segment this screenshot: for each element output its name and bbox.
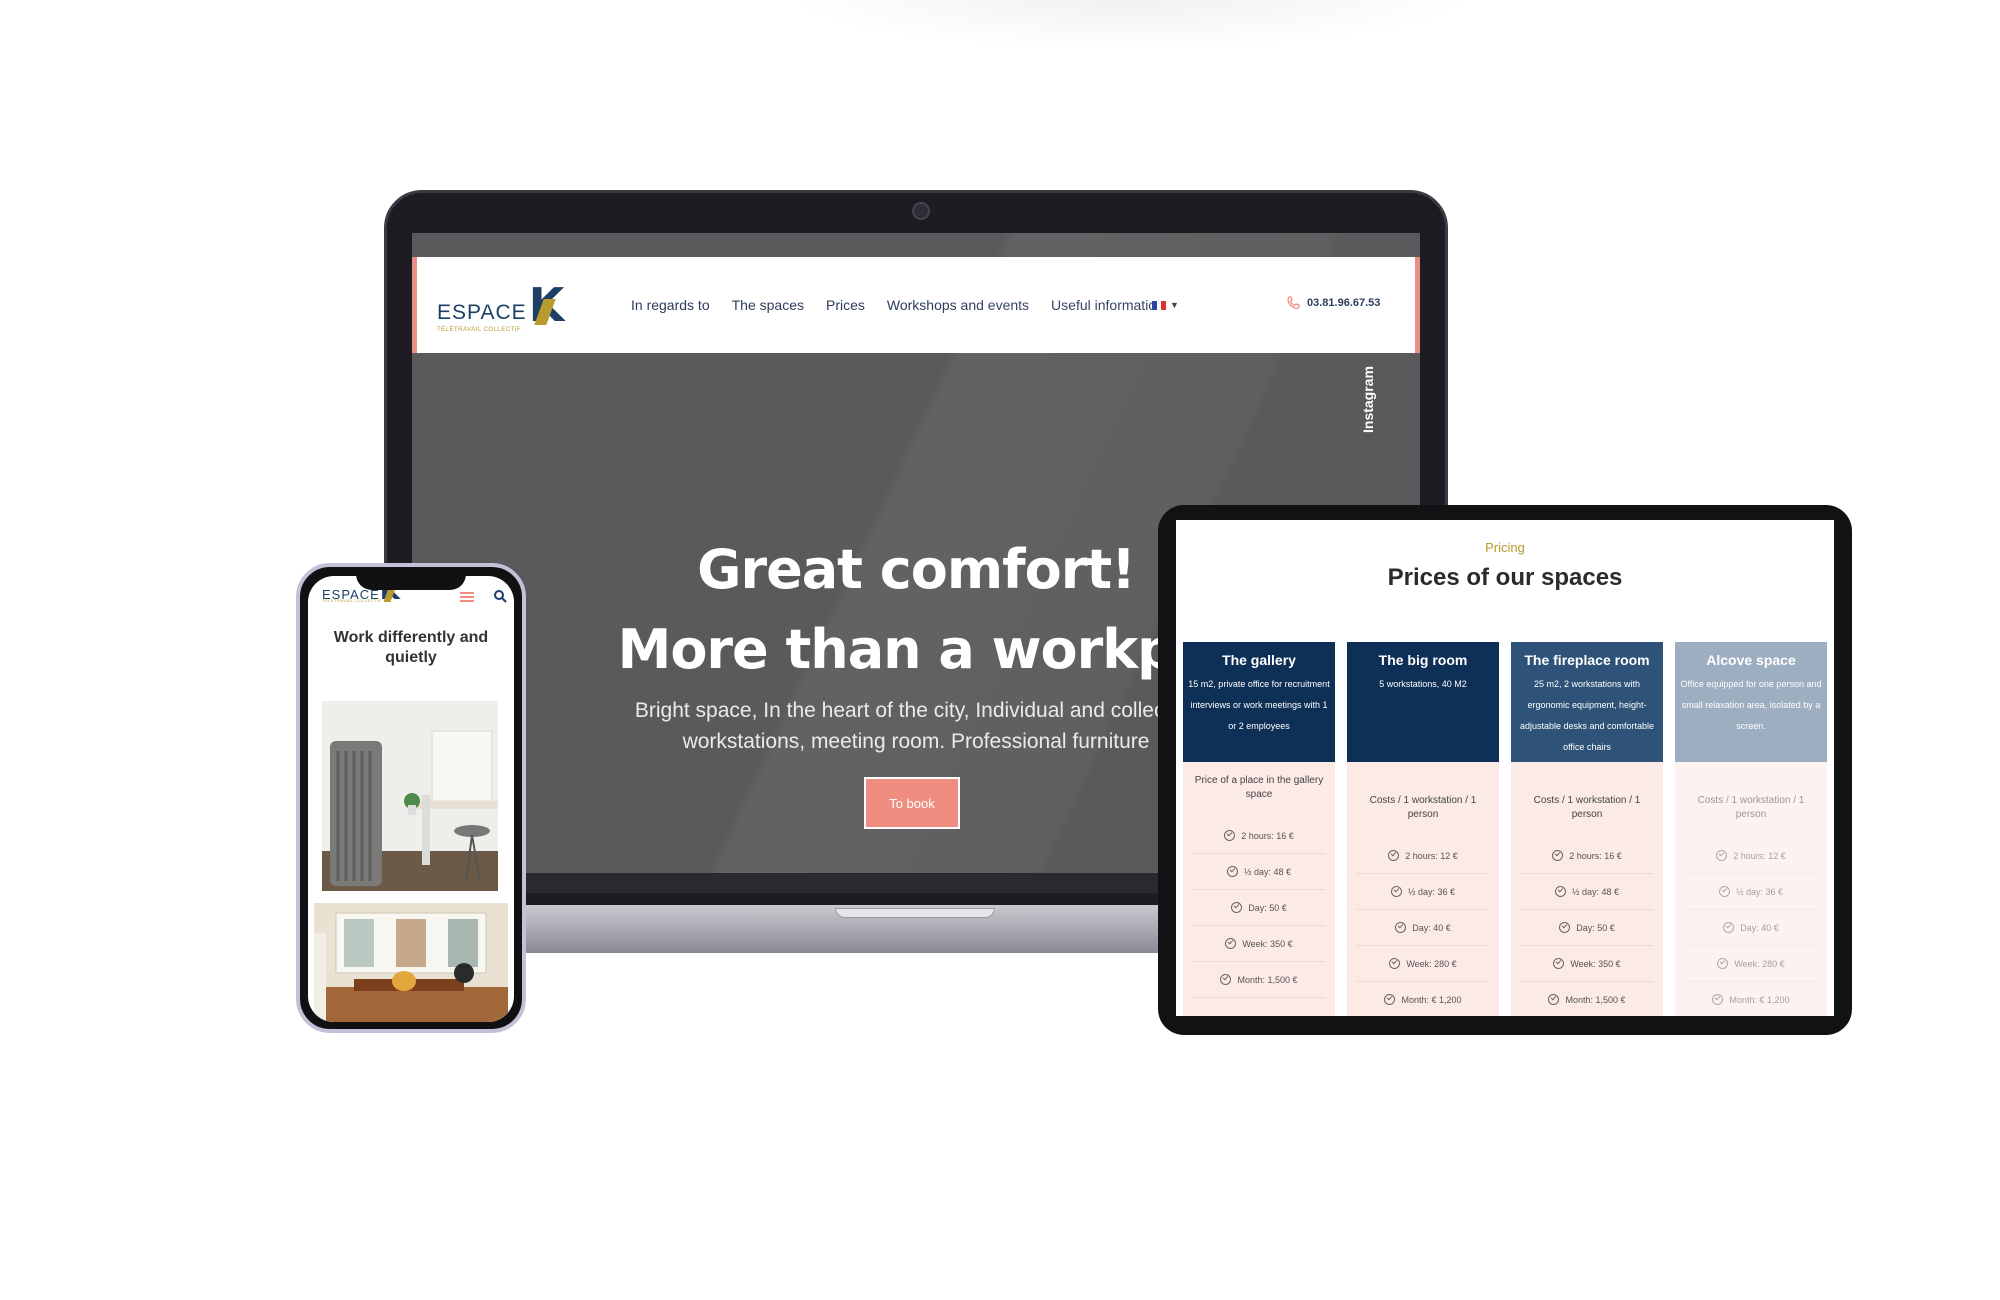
price-list: 2 hours: 16 € ½ day: 48 € Day: 50 € Week… bbox=[1511, 838, 1663, 1016]
price-item: Week: 350 € bbox=[1521, 946, 1653, 982]
check-circle-icon bbox=[1224, 830, 1236, 841]
check-circle-icon bbox=[1716, 850, 1728, 861]
pricing-kicker: Pricing bbox=[1485, 540, 1525, 555]
price-item: Month: 1,500 € bbox=[1521, 982, 1653, 1016]
logo-word: ESPACE bbox=[437, 301, 527, 324]
check-circle-icon bbox=[1554, 886, 1566, 897]
card-title: The fireplace room bbox=[1524, 652, 1650, 668]
fr-flag-icon bbox=[1152, 300, 1167, 310]
office-photo-radiator bbox=[322, 701, 498, 891]
logo-tagline: TÉLÉTRAVAIL COLLECTIF bbox=[322, 598, 382, 603]
card-description: Office equipped for one person and small… bbox=[1680, 679, 1822, 731]
menu-icon[interactable] bbox=[460, 592, 474, 602]
check-circle-icon bbox=[1717, 958, 1729, 969]
check-circle-icon bbox=[1723, 922, 1735, 933]
check-circle-icon bbox=[1712, 994, 1724, 1005]
card-header: The big room 5 workstations, 40 M2 bbox=[1347, 642, 1499, 762]
pricing-card-big-room[interactable]: The big room 5 workstations, 40 M2 Costs… bbox=[1347, 642, 1499, 1016]
price-list: 2 hours: 16 € ½ day: 48 € Day: 50 € Week… bbox=[1183, 818, 1335, 998]
check-circle-icon bbox=[1220, 974, 1232, 985]
nav-item-useful-info[interactable]: Useful information bbox=[1051, 297, 1164, 313]
main-nav: In regards to The spaces Prices Workshop… bbox=[631, 297, 1164, 313]
card-header: The gallery 15 m2, private office for re… bbox=[1183, 642, 1335, 762]
laptop-opening-notch bbox=[835, 908, 995, 918]
price-item: Month: € 1,200 bbox=[1685, 982, 1817, 1016]
phone-notch bbox=[356, 568, 466, 590]
card-description: 15 m2, private office for recruitment in… bbox=[1188, 679, 1330, 731]
card-subtitle: Price of a place in the gallery space bbox=[1194, 775, 1324, 800]
price-item: ½ day: 36 € bbox=[1357, 874, 1489, 910]
check-circle-icon bbox=[1552, 850, 1564, 861]
check-circle-icon bbox=[1388, 850, 1400, 861]
phone-heading: Work differently and quietly bbox=[333, 629, 489, 666]
card-header: The fireplace room 25 m2, 2 workstations… bbox=[1511, 642, 1663, 762]
price-item: Day: 50 € bbox=[1521, 910, 1653, 946]
language-switcher[interactable]: ▼ bbox=[1152, 300, 1179, 310]
laptop-camera bbox=[912, 202, 930, 220]
book-button[interactable]: To book bbox=[864, 777, 960, 829]
phone-number: 03.81.96.67.53 bbox=[1307, 297, 1381, 309]
price-item: Month: 1,500 € bbox=[1193, 962, 1325, 998]
check-circle-icon bbox=[1384, 994, 1396, 1005]
price-item: 2 hours: 12 € bbox=[1685, 838, 1817, 874]
card-subtitle: Costs / 1 workstation / 1 person bbox=[1533, 795, 1641, 820]
check-circle-icon bbox=[1559, 922, 1571, 933]
price-item: Month: € 1,200 bbox=[1357, 982, 1489, 1016]
price-list: 2 hours: 12 € ½ day: 36 € Day: 40 € Week… bbox=[1347, 838, 1499, 1016]
card-title: Alcove space bbox=[1706, 652, 1796, 668]
logo-letter: K bbox=[529, 282, 565, 328]
nav-item-prices[interactable]: Prices bbox=[826, 297, 865, 313]
price-item: Day: 40 € bbox=[1357, 910, 1489, 946]
price-item: 2 hours: 16 € bbox=[1521, 838, 1653, 874]
search-icon[interactable] bbox=[492, 588, 508, 604]
card-title: The big room bbox=[1378, 652, 1468, 668]
nav-item-spaces[interactable]: The spaces bbox=[732, 297, 804, 313]
check-circle-icon bbox=[1553, 958, 1565, 969]
phone-screen: ESPACE K TÉLÉTRAVAIL COLLECTIF Work diff… bbox=[308, 576, 514, 1022]
price-item: ½ day: 48 € bbox=[1193, 854, 1325, 890]
pricing-card-alcove-space[interactable]: Alcove space Office equipped for one per… bbox=[1675, 642, 1827, 1016]
pricing-title: Prices of our spaces bbox=[1387, 564, 1623, 591]
check-circle-icon bbox=[1389, 958, 1401, 969]
price-item: 2 hours: 12 € bbox=[1357, 838, 1489, 874]
mockup-stage: ESPACE K TÉLÉTRAVAIL COLLECTIF In regard… bbox=[0, 0, 2000, 1300]
header-phone[interactable]: 03.81.96.67.53 bbox=[1285, 295, 1380, 311]
caret-down-icon: ▼ bbox=[1170, 300, 1179, 310]
price-item: ½ day: 48 € bbox=[1521, 874, 1653, 910]
check-circle-icon bbox=[1718, 886, 1730, 897]
tablet-screen: Pricing Prices of our spaces The gallery… bbox=[1176, 520, 1834, 1016]
check-circle-icon bbox=[1390, 886, 1402, 897]
price-item: Week: 350 € bbox=[1193, 926, 1325, 962]
background-glow bbox=[780, 0, 1480, 50]
check-circle-icon bbox=[1395, 922, 1407, 933]
pricing-cards: The gallery 15 m2, private office for re… bbox=[1183, 642, 1827, 1016]
price-item: ½ day: 36 € bbox=[1685, 874, 1817, 910]
card-title: The gallery bbox=[1222, 652, 1296, 668]
card-description: 25 m2, 2 workstations with ergonomic equ… bbox=[1519, 679, 1655, 752]
logo-tagline: TÉLÉTRAVAIL COLLECTIF bbox=[437, 327, 522, 333]
pricing-card-gallery[interactable]: The gallery 15 m2, private office for re… bbox=[1183, 642, 1335, 1016]
card-description: 5 workstations, 40 M2 bbox=[1379, 679, 1467, 689]
office-photo-window bbox=[314, 903, 508, 1022]
check-circle-icon bbox=[1231, 902, 1243, 913]
price-item: Day: 40 € bbox=[1685, 910, 1817, 946]
nav-item-about[interactable]: In regards to bbox=[631, 297, 710, 313]
nav-item-workshops[interactable]: Workshops and events bbox=[887, 297, 1029, 313]
price-item: Week: 280 € bbox=[1357, 946, 1489, 982]
card-header: Alcove space Office equipped for one per… bbox=[1675, 642, 1827, 762]
price-item: Week: 280 € bbox=[1685, 946, 1817, 982]
price-list: 2 hours: 12 € ½ day: 36 € Day: 40 € Week… bbox=[1675, 838, 1827, 1016]
site-logo[interactable]: ESPACE K TÉLÉTRAVAIL COLLECTIF bbox=[437, 282, 565, 333]
price-item: 2 hours: 16 € bbox=[1193, 818, 1325, 854]
price-item: Day: 50 € bbox=[1193, 890, 1325, 926]
phone-icon bbox=[1287, 296, 1300, 309]
site-header: ESPACE K TÉLÉTRAVAIL COLLECTIF In regard… bbox=[412, 257, 1420, 353]
instagram-link[interactable]: Instagram bbox=[1360, 366, 1376, 433]
check-circle-icon bbox=[1225, 938, 1237, 949]
card-subtitle: Costs / 1 workstation / 1 person bbox=[1369, 795, 1477, 820]
card-subtitle: Costs / 1 workstation / 1 person bbox=[1697, 795, 1805, 820]
check-circle-icon bbox=[1548, 994, 1560, 1005]
pricing-card-fireplace-room[interactable]: The fireplace room 25 m2, 2 workstations… bbox=[1511, 642, 1663, 1016]
check-circle-icon bbox=[1226, 866, 1238, 877]
